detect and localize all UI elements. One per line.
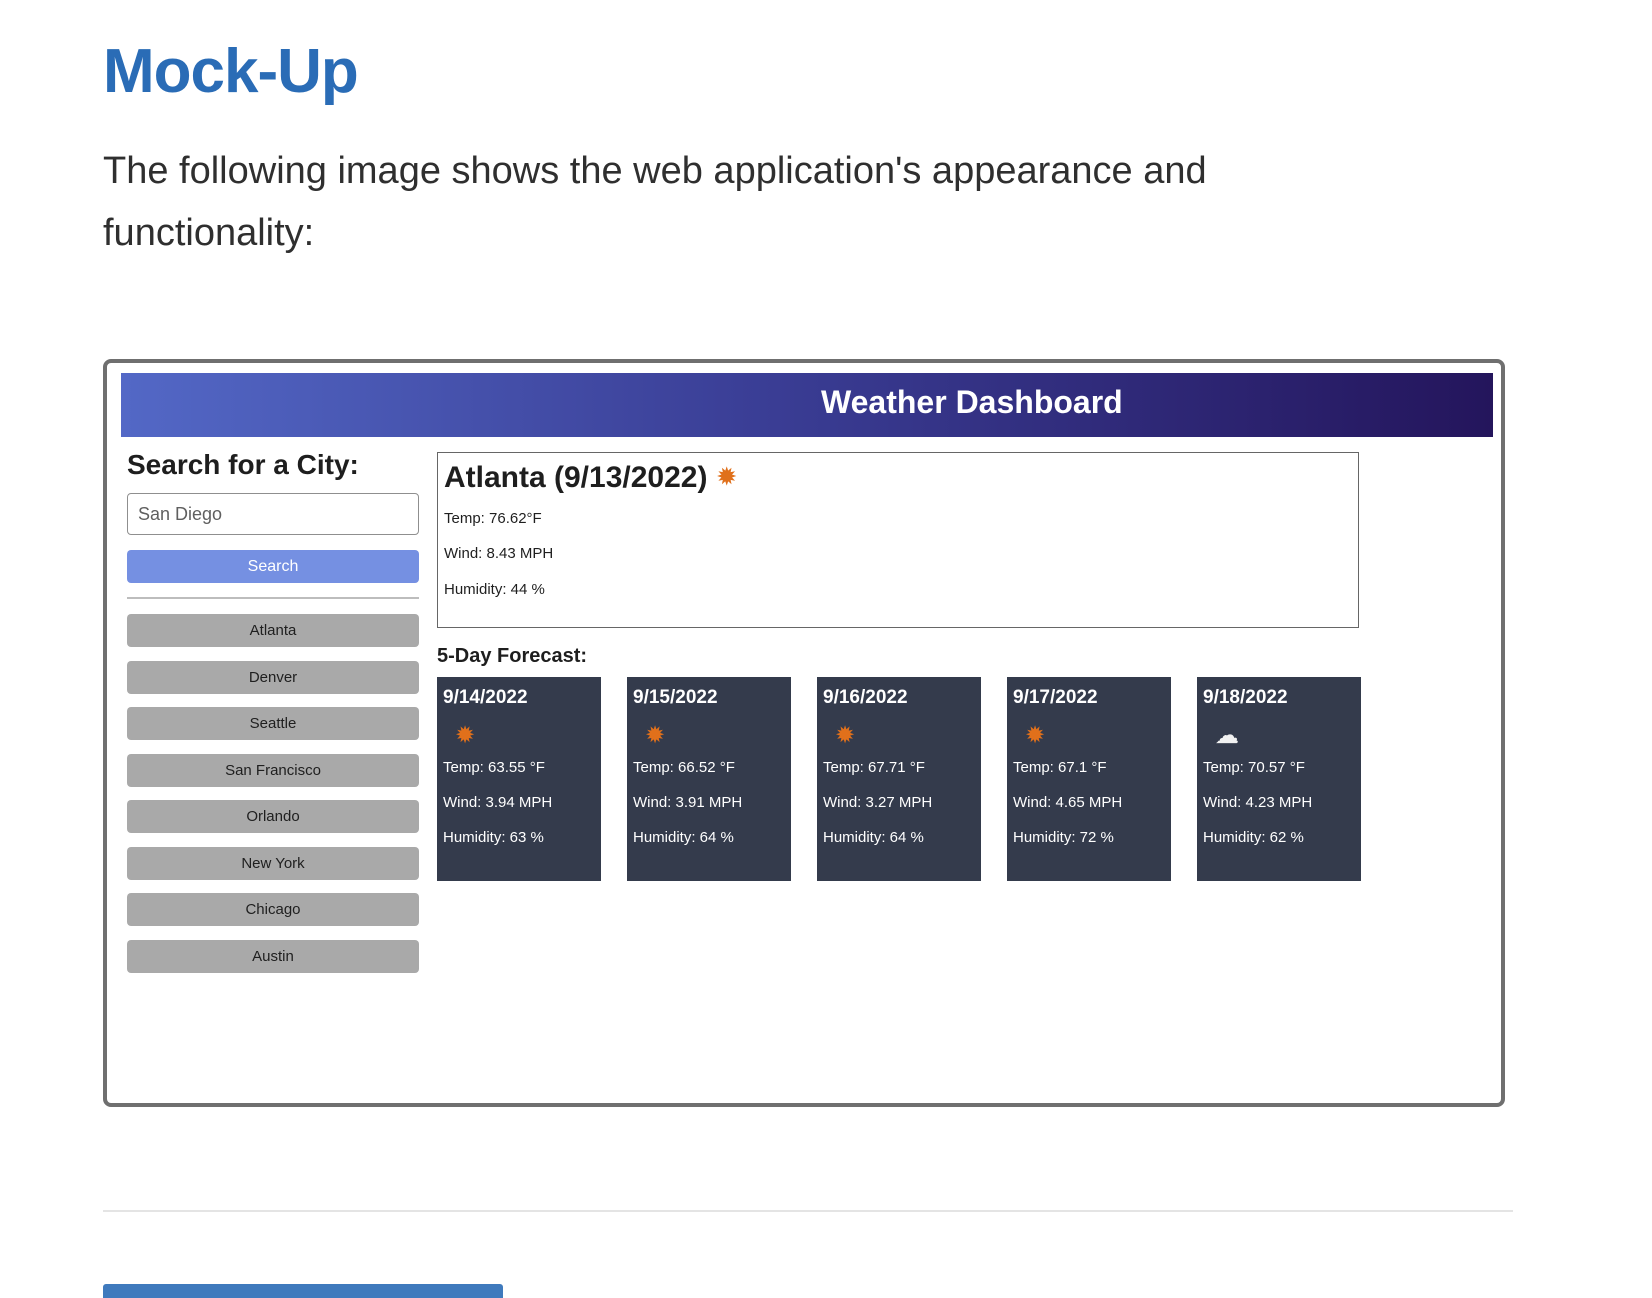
history-button-atlanta[interactable]: Atlanta bbox=[127, 614, 419, 647]
forecast-card: 9/15/2022 ✹ Temp: 66.52 °F Wind: 3.91 MP… bbox=[627, 677, 791, 881]
forecast-heading: 5-Day Forecast: bbox=[437, 645, 588, 667]
mockup-image-frame: Weather Dashboard Search for a City: Sea… bbox=[103, 359, 1505, 1107]
sidebar-divider bbox=[127, 597, 419, 599]
forecast-humidity: Humidity: 64 % bbox=[823, 829, 924, 846]
forecast-card: 9/18/2022 ☁ Temp: 70.57 °F Wind: 4.23 MP… bbox=[1197, 677, 1361, 881]
current-humidity: Humidity: 44 % bbox=[444, 581, 545, 598]
forecast-date: 9/14/2022 bbox=[443, 687, 528, 708]
history-button-new-york[interactable]: New York bbox=[127, 846, 419, 880]
forecast-wind: Wind: 3.27 MPH bbox=[823, 794, 933, 811]
search-history: Atlanta Denver Seattle San Francisco Orl… bbox=[127, 614, 419, 973]
forecast-temp: Temp: 63.55 °F bbox=[443, 759, 545, 776]
forecast-wind: Wind: 4.65 MPH bbox=[1013, 794, 1123, 811]
app-header: Weather Dashboard bbox=[121, 373, 1493, 437]
history-button-san-francisco[interactable]: San Francisco bbox=[127, 753, 419, 787]
current-city-date-text: Atlanta (9/13/2022) bbox=[444, 461, 708, 494]
city-search-input[interactable] bbox=[127, 493, 419, 535]
section-heading: Mock-Up bbox=[103, 37, 359, 106]
current-temp: Temp: 76.62°F bbox=[444, 510, 542, 527]
forecast-humidity: Humidity: 62 % bbox=[1203, 829, 1304, 846]
sun-icon: ✹ bbox=[717, 464, 736, 489]
sun-icon: ✹ bbox=[1025, 722, 1046, 749]
forecast-temp: Temp: 70.57 °F bbox=[1203, 759, 1305, 776]
history-button-denver[interactable]: Denver bbox=[127, 660, 419, 694]
sun-icon: ✹ bbox=[455, 722, 476, 749]
current-weather-panel: Atlanta (9/13/2022) ✹ Temp: 76.62°F Wind:… bbox=[437, 452, 1359, 628]
forecast-wind: Wind: 3.91 MPH bbox=[633, 794, 743, 811]
forecast-date: 9/18/2022 bbox=[1203, 687, 1288, 708]
history-button-austin[interactable]: Austin bbox=[127, 939, 419, 973]
forecast-cards: 9/14/2022 ✹ Temp: 63.55 °F Wind: 3.94 MP… bbox=[437, 677, 1361, 881]
cloud-icon: ☁ bbox=[1215, 722, 1239, 749]
history-button-orlando[interactable]: Orlando bbox=[127, 800, 419, 833]
forecast-temp: Temp: 67.71 °F bbox=[823, 759, 925, 776]
forecast-humidity: Humidity: 72 % bbox=[1013, 829, 1114, 846]
history-button-chicago[interactable]: Chicago bbox=[127, 893, 419, 926]
current-wind: Wind: 8.43 MPH bbox=[444, 545, 554, 562]
forecast-wind: Wind: 4.23 MPH bbox=[1203, 794, 1313, 811]
forecast-humidity: Humidity: 64 % bbox=[633, 829, 734, 846]
forecast-card: 9/16/2022 ✹ Temp: 67.71 °F Wind: 3.27 MP… bbox=[817, 677, 981, 881]
section-paragraph: The following image shows the web applic… bbox=[103, 150, 1207, 254]
search-button[interactable]: Search bbox=[127, 550, 419, 583]
app-title: Weather Dashboard bbox=[821, 384, 1123, 420]
forecast-humidity: Humidity: 63 % bbox=[443, 829, 544, 846]
current-city-date: Atlanta (9/13/2022) ✹ bbox=[444, 461, 736, 495]
forecast-card: 9/17/2022 ✹ Temp: 67.1 °F Wind: 4.65 MPH… bbox=[1007, 677, 1171, 881]
history-button-seattle[interactable]: Seattle bbox=[127, 707, 419, 740]
forecast-date: 9/16/2022 bbox=[823, 687, 908, 708]
next-heading-cutoff bbox=[103, 1284, 503, 1298]
horizontal-rule bbox=[103, 1210, 1513, 1212]
search-sidebar: Search for a City: Search Atlanta Denver… bbox=[127, 449, 419, 986]
forecast-wind: Wind: 3.94 MPH bbox=[443, 794, 553, 811]
search-heading: Search for a City: bbox=[127, 449, 359, 480]
forecast-date: 9/15/2022 bbox=[633, 687, 718, 708]
forecast-temp: Temp: 67.1 °F bbox=[1013, 759, 1107, 776]
forecast-temp: Temp: 66.52 °F bbox=[633, 759, 735, 776]
forecast-date: 9/17/2022 bbox=[1013, 687, 1098, 708]
sun-icon: ✹ bbox=[835, 722, 856, 749]
forecast-card: 9/14/2022 ✹ Temp: 63.55 °F Wind: 3.94 MP… bbox=[437, 677, 601, 881]
sun-icon: ✹ bbox=[645, 722, 666, 749]
